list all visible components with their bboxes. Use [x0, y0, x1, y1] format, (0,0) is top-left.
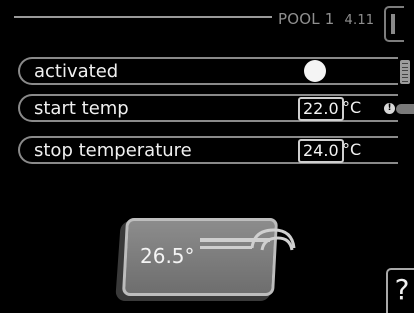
info-icon[interactable]: !: [384, 103, 395, 114]
scrollbar-grip-icon: [402, 70, 408, 75]
page-title: POOL 1: [278, 10, 335, 28]
help-button[interactable]: ?: [386, 268, 414, 313]
pool-temperature: 26.5°: [140, 244, 195, 268]
setting-label-start-temp: start temp: [34, 98, 129, 119]
pool-pipe: [200, 246, 252, 249]
help-icon: ?: [394, 273, 410, 306]
activated-toggle[interactable]: [304, 60, 326, 82]
start-temp-value[interactable]: 22.0: [298, 97, 344, 121]
stop-temperature-value[interactable]: 24.0: [298, 139, 344, 163]
scrollbar-grip-icon: [402, 63, 408, 68]
page-header: POOL 1 4.11: [278, 10, 374, 28]
scrollbar-grip-icon: [402, 77, 408, 82]
setting-label-stop-temperature: stop temperature: [34, 140, 192, 161]
side-slider-handle[interactable]: [396, 104, 414, 114]
menu-back-tab[interactable]: [384, 6, 404, 42]
setting-row-activated[interactable]: activated: [18, 57, 398, 85]
setting-row-stop-temperature[interactable]: stop temperature 24.0 °C: [18, 136, 398, 164]
pool-ladder-icon: [250, 228, 296, 251]
scrollbar-thumb[interactable]: [400, 60, 410, 84]
stop-temperature-unit: °C: [342, 140, 362, 159]
menu-number: 4.11: [344, 13, 375, 28]
start-temp-unit: °C: [342, 98, 362, 117]
setting-label-activated: activated: [34, 61, 119, 82]
pool-settings-screen: POOL 1 4.11 activated start temp 22.0 °C …: [0, 0, 414, 313]
header-divider: [14, 16, 272, 18]
setting-row-start-temp[interactable]: start temp 22.0 °C: [18, 94, 398, 122]
